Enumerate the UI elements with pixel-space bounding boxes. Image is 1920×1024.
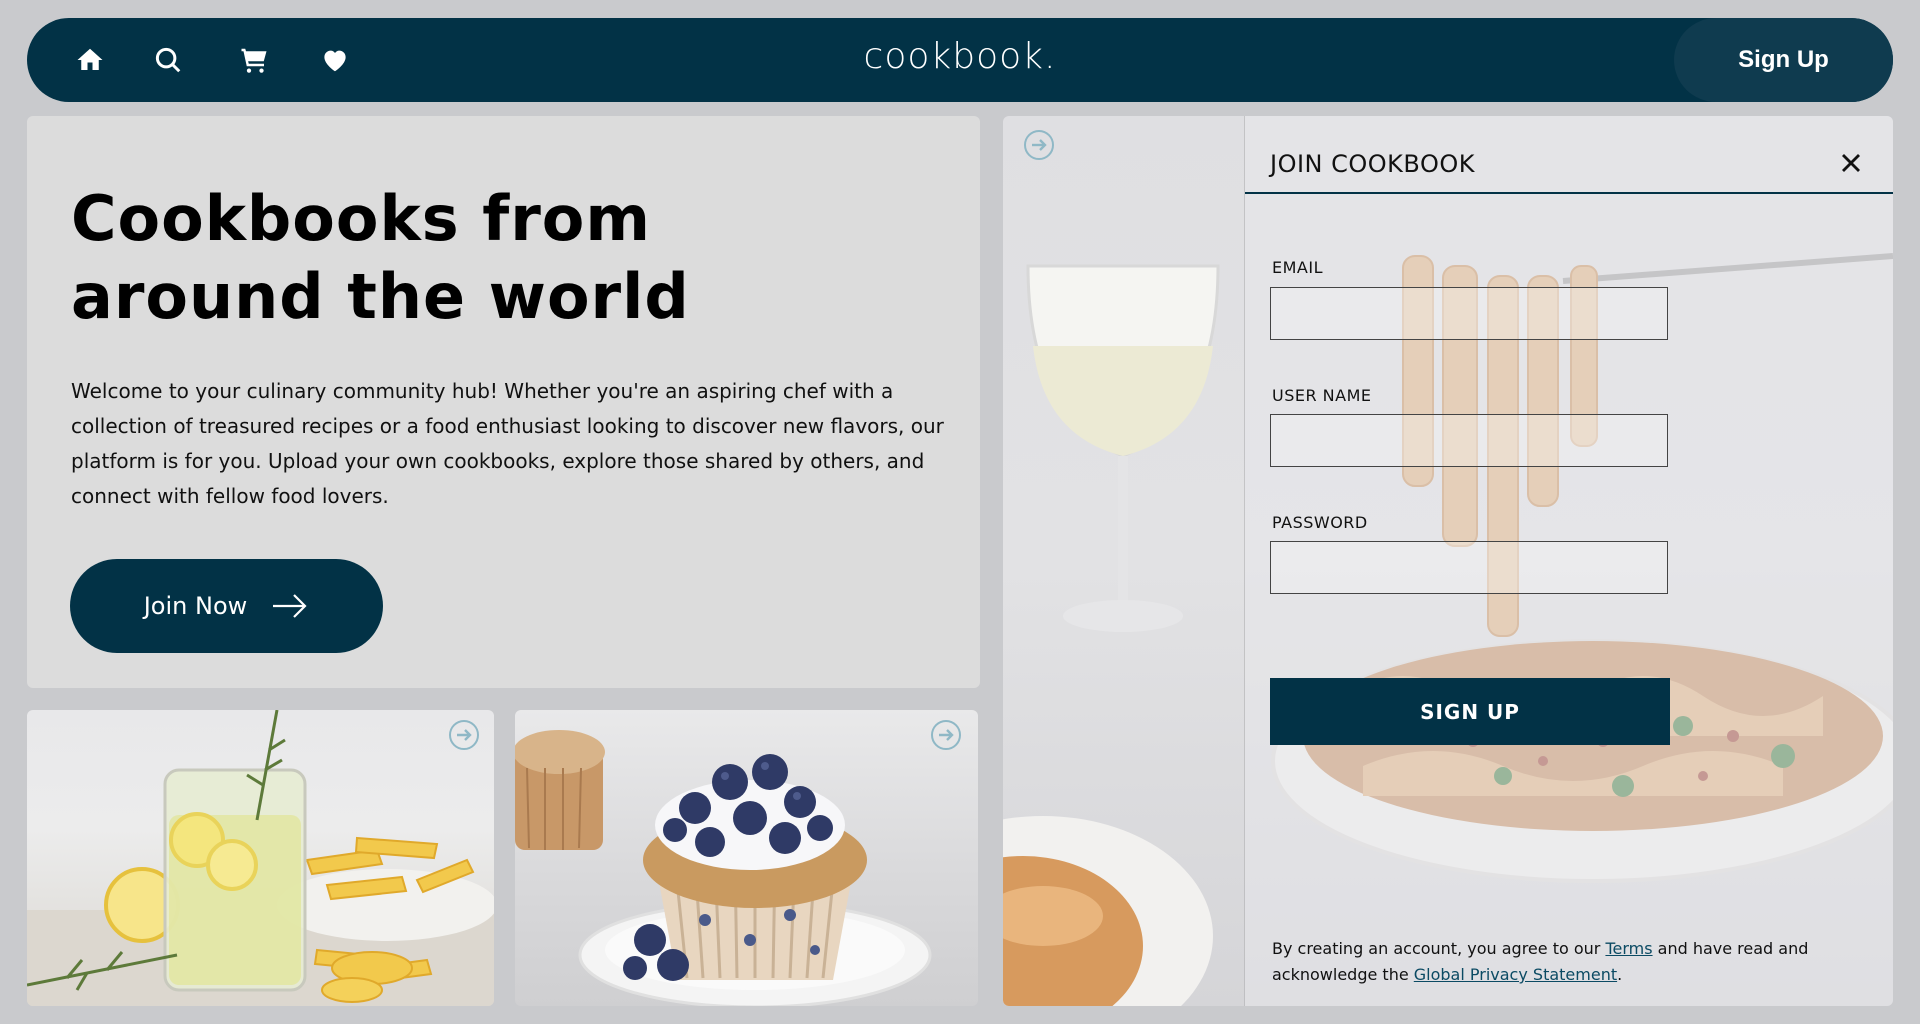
hero-title: Cookbooks from around the world — [71, 180, 771, 336]
form-divider — [1245, 192, 1893, 194]
nav-signup-button[interactable]: Sign Up — [1674, 18, 1893, 102]
hero-title-line2: around the world — [71, 260, 690, 333]
join-now-button[interactable]: Join Now — [70, 559, 383, 653]
muffin-photo-card[interactable] — [515, 710, 978, 1006]
panel-arrow-icon[interactable] — [1024, 130, 1054, 160]
form-title: JOIN COOKBOOK — [1270, 150, 1475, 178]
lemonade-photo-card[interactable] — [27, 710, 494, 1006]
privacy-statement-link[interactable]: Global Privacy Statement — [1414, 965, 1617, 984]
signup-submit-button[interactable]: SIGN UP — [1270, 678, 1670, 745]
legal-suffix: . — [1617, 965, 1623, 984]
username-field[interactable] — [1270, 414, 1668, 467]
legal-prefix: By creating an account, you agree to our — [1272, 939, 1606, 958]
close-icon[interactable] — [1840, 152, 1864, 176]
hero-title-line1: Cookbooks from — [71, 182, 651, 255]
legal-notice: By creating an account, you agree to our… — [1272, 936, 1862, 988]
muffin-image — [515, 730, 932, 1006]
lemonade-arrow-icon[interactable] — [449, 720, 479, 750]
signup-form: JOIN COOKBOOK EMAIL USER NAME PASSWORD S… — [1244, 116, 1893, 1006]
username-label: USER NAME — [1272, 386, 1372, 405]
join-now-label: Join Now — [143, 592, 248, 620]
top-nav-bar: cookbook. Sign Up — [27, 18, 1893, 102]
email-label: EMAIL — [1272, 258, 1323, 277]
password-field[interactable] — [1270, 541, 1668, 594]
terms-link[interactable]: Terms — [1605, 939, 1652, 958]
arrow-right-icon — [273, 594, 307, 618]
muffin-arrow-icon[interactable] — [931, 720, 961, 750]
signup-panel: JOIN COOKBOOK EMAIL USER NAME PASSWORD S… — [1003, 116, 1893, 1006]
hero-card: Cookbooks from around the world Welcome … — [27, 116, 980, 688]
lemonade-image — [27, 710, 494, 1006]
password-label: PASSWORD — [1272, 513, 1368, 532]
brand-logo[interactable]: cookbook. — [27, 36, 1893, 77]
email-field[interactable] — [1270, 287, 1668, 340]
hero-description: Welcome to your culinary community hub! … — [71, 379, 944, 508]
